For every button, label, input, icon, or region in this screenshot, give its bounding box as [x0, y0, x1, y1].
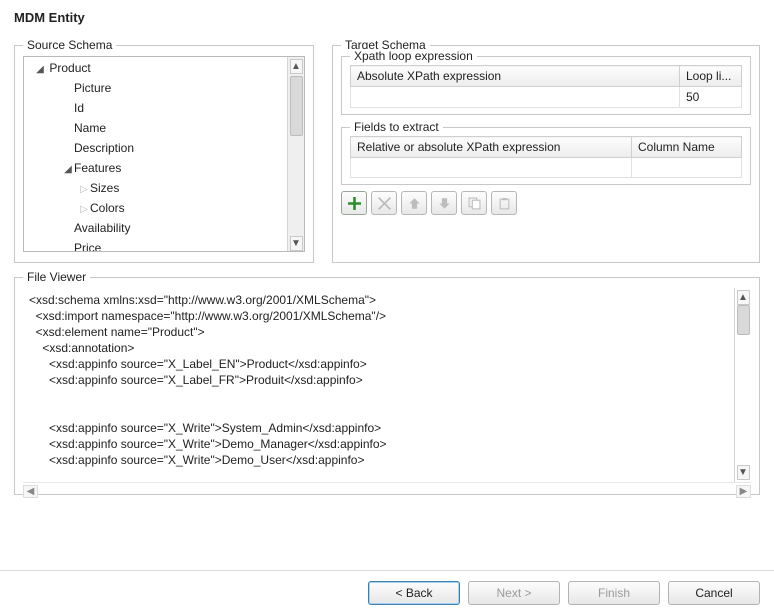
tree-item[interactable]: ▸Name [24, 119, 287, 139]
col-column-name[interactable]: Column Name [632, 137, 742, 158]
move-down-button[interactable] [431, 191, 457, 215]
source-schema-legend: Source Schema [23, 38, 116, 52]
table-row[interactable] [351, 158, 742, 178]
tree-scrollbar[interactable]: ▲ ▼ [287, 57, 304, 251]
schema-tree[interactable]: ◢ Product ▸Picture ▸Id ▸Name ▸Descriptio… [23, 56, 305, 252]
arrow-up-icon [408, 197, 421, 210]
file-viewer-hscrollbar[interactable]: ◀ ▶ [23, 482, 751, 499]
copy-icon [468, 197, 481, 210]
copy-button[interactable] [461, 191, 487, 215]
next-button[interactable]: Next > [468, 581, 560, 605]
col-absolute-xpath[interactable]: Absolute XPath expression [351, 66, 680, 87]
tree-item[interactable]: ▸Picture [24, 79, 287, 99]
cell-column-name[interactable] [632, 158, 742, 178]
tree-item-features[interactable]: ◢Features [24, 159, 287, 179]
move-up-button[interactable] [401, 191, 427, 215]
tree-label: Product [49, 61, 90, 75]
scroll-left-icon[interactable]: ◀ [23, 485, 38, 498]
col-loop-limit[interactable]: Loop li... [680, 66, 742, 87]
plus-icon [348, 197, 361, 210]
scroll-up-icon[interactable]: ▲ [737, 290, 750, 305]
file-viewer-group: File Viewer <xsd:schema xmlns:xsd="http:… [14, 277, 760, 495]
cancel-button[interactable]: Cancel [668, 581, 760, 605]
clipboard-icon [498, 197, 511, 210]
collapse-icon[interactable]: ▷ [78, 181, 90, 199]
scroll-down-icon[interactable]: ▼ [290, 236, 303, 251]
paste-button[interactable] [491, 191, 517, 215]
xpath-loop-table[interactable]: Absolute XPath expression Loop li... 50 [350, 65, 742, 108]
arrow-down-icon [438, 197, 451, 210]
table-row[interactable]: 50 [351, 87, 742, 108]
cell-absolute-xpath[interactable] [351, 87, 680, 108]
x-icon [378, 197, 391, 210]
tree-item[interactable]: ▸Id [24, 99, 287, 119]
fields-table[interactable]: Relative or absolute XPath expression Co… [350, 136, 742, 178]
back-button[interactable]: < Back [368, 581, 460, 605]
fields-to-extract-group: Fields to extract Relative or absolute X… [341, 127, 751, 185]
tree-item[interactable]: ▸Description [24, 139, 287, 159]
file-viewer-text[interactable]: <xsd:schema xmlns:xsd="http://www.w3.org… [23, 288, 751, 482]
file-viewer-scrollbar[interactable]: ▲ ▼ [734, 288, 751, 482]
target-schema-group: Target Schema Xpath loop expression Abso… [332, 45, 760, 263]
tree-item[interactable]: ▷Colors [24, 199, 287, 219]
expand-icon[interactable]: ◢ [62, 161, 74, 179]
expand-icon[interactable]: ◢ [34, 61, 46, 79]
add-button[interactable] [341, 191, 367, 215]
scroll-up-icon[interactable]: ▲ [290, 59, 303, 74]
wizard-footer: < Back Next > Finish Cancel [0, 570, 774, 605]
xpath-loop-group: Xpath loop expression Absolute XPath exp… [341, 56, 751, 115]
col-relative-xpath[interactable]: Relative or absolute XPath expression [351, 137, 632, 158]
scroll-down-icon[interactable]: ▼ [737, 465, 750, 480]
xpath-loop-legend: Xpath loop expression [350, 49, 477, 63]
cell-loop-limit[interactable]: 50 [680, 87, 742, 108]
finish-button[interactable]: Finish [568, 581, 660, 605]
tree-item-product[interactable]: ◢ Product [24, 59, 287, 79]
tree-item[interactable]: ▸Price [24, 239, 287, 251]
scroll-right-icon[interactable]: ▶ [736, 485, 751, 498]
source-schema-group: Source Schema ◢ Product ▸Picture ▸Id ▸Na… [14, 45, 314, 263]
tree-item[interactable]: ▸Availability [24, 219, 287, 239]
scroll-thumb[interactable] [290, 76, 303, 136]
cell-relative-xpath[interactable] [351, 158, 632, 178]
file-viewer-legend: File Viewer [23, 270, 90, 284]
scroll-thumb[interactable] [737, 305, 750, 335]
tree-item[interactable]: ▷Sizes [24, 179, 287, 199]
fields-to-extract-legend: Fields to extract [350, 120, 443, 134]
collapse-icon[interactable]: ▷ [78, 201, 90, 219]
delete-button[interactable] [371, 191, 397, 215]
fields-toolbar [341, 191, 751, 215]
